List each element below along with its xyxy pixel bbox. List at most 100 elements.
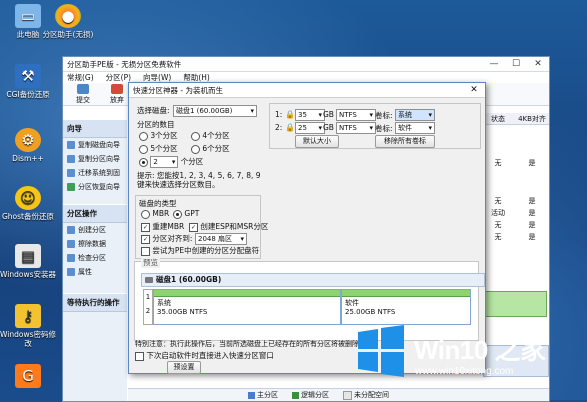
desktop-icon-windows-password[interactable]: ⚷ Windows密码修改 [0,304,56,348]
radio-gpt[interactable]: GPT [173,209,199,219]
sidebar-item-recover[interactable]: 分区恢复向导 [63,180,127,194]
radio-mbr[interactable]: MBR [141,209,169,219]
preview-label: 预览 [141,257,160,268]
align-checkbox[interactable]: ✓ 分区对齐到: [141,233,192,244]
ghost-icon: ☺ [15,186,41,210]
desktop-icon-dism[interactable]: ⚙ Dism++ [0,128,56,163]
radio-5-partitions[interactable]: 5个分区 [139,143,178,154]
menu-general[interactable]: 常规(G) [67,72,94,83]
watermark-url: www.win10xitong.com [415,366,514,377]
col-status[interactable]: 状态 [481,114,515,124]
partition-count-label: 分区的数目 [137,120,175,129]
warning-note: 特别注意：执行此操作后，当前所选磁盘上已经存在的所有分区将被删除 [135,340,359,348]
check-icon [67,254,75,262]
partition-1-index: 1: [275,110,283,119]
legend-unallocated: 未分配空间 [343,390,389,400]
col-4k[interactable]: 4KB对齐 [515,114,549,124]
lock-icon: 🔒 [285,123,295,132]
dialog-title: 快速分区神器 - 为装机而生 [133,85,223,95]
sidebar: 向导 复制磁盘向导 复制分区向导 迁移系统到固 分区恢复向导 分区操作 创建分区… [63,119,127,401]
discard-icon [111,84,123,94]
assign-letter-checkbox[interactable]: 尝试为PE中创建的分区分配盘符 [141,245,259,256]
partition-1-size[interactable]: 35 [295,109,325,121]
partition-table: 状态 4KB对齐 无是 无是 活动是 无是 无是 [481,113,549,243]
app-titlebar[interactable]: 分区助手PE版 - 无损分区免费软件 — ☐ ✕ [63,57,549,72]
desktop-icon-ghost[interactable]: ☺ Ghost备份还原 [0,186,56,221]
radio-custom-partitions[interactable]: 2 个分区 [139,156,203,168]
desktop-icon-partition-assistant[interactable]: ● 分区助手(无损) [40,4,96,39]
preview-partition-system-detail: 35.00GB NTFS [157,308,208,316]
radio-6-partitions[interactable]: 6个分区 [191,143,230,154]
default-size-button[interactable]: 默认大小 [295,135,339,148]
key-icon: ⚷ [15,304,41,328]
table-row[interactable]: 无是 [481,231,549,243]
rebuild-mbr-checkbox[interactable]: ✓ 重建MBR [141,221,184,232]
disk-type-label: 磁盘的类型 [139,199,177,208]
custom-count-select[interactable]: 2 [150,156,179,168]
copy-disk-icon [67,141,75,149]
preset-button[interactable]: 预设置 [167,361,201,374]
minimize-icon[interactable]: — [483,59,505,69]
sidebar-item-wipe[interactable]: 擦除数据 [63,237,127,251]
preview-disk-bar[interactable]: 磁盘1 (60.00GB) [141,273,485,287]
remove-labels-button[interactable]: 移除所有卷标 [375,135,435,148]
properties-icon [67,268,75,276]
lock-icon: 🔒 [285,110,295,119]
cgi-icon: ⚒ [15,64,41,88]
partition-bar[interactable] [483,291,547,317]
partition-2-size[interactable]: 25 [295,122,325,134]
disk-select[interactable]: 磁盘1 (60.00GB) [173,105,257,117]
partition-2-index: 2: [275,123,283,132]
radio-4-partitions[interactable]: 4个分区 [191,130,230,141]
sidebar-item-copy-partition[interactable]: 复制分区向导 [63,152,127,166]
desktop-icon-disk-tool[interactable]: G [0,364,56,390]
sidebar-section-wizard[interactable]: 向导 [63,119,127,138]
submit-button[interactable]: 提交 [71,84,95,105]
table-row[interactable]: 无是 [481,157,549,169]
copy-partition-icon [67,155,75,163]
select-disk-label: 选择磁盘: [137,106,170,115]
wipe-icon [67,240,75,248]
partition-2-fs[interactable]: NTFS [336,122,376,134]
legend-bar: 主分区 逻辑分区 未分配空间 [128,388,549,401]
radio-3-partitions[interactable]: 3个分区 [139,130,178,141]
recover-icon [67,183,75,191]
dialog-titlebar[interactable]: 快速分区神器 - 为装机而生 ✕ [129,83,485,98]
sidebar-item-migrate-os[interactable]: 迁移系统到固 [63,166,127,180]
partition-2-volume[interactable]: 软件 [395,122,435,134]
partition-1-unit: GB [323,110,334,119]
legend-logical: 逻辑分区 [292,390,329,400]
close-icon[interactable]: ✕ [527,59,549,69]
sidebar-section-ops[interactable]: 分区操作 [63,204,127,223]
windows-logo-icon [358,325,404,377]
dialog-close-icon[interactable]: ✕ [463,85,485,95]
app-title: 分区助手PE版 - 无损分区免费软件 [67,59,182,69]
partition-2-unit: GB [323,123,334,132]
sidebar-section-pending[interactable]: 等待执行的操作 [63,293,127,312]
partition-icon: ● [55,4,81,28]
watermark-brand: Win10 之家 [414,335,546,365]
align-select[interactable]: 2048 扇区 [195,233,247,245]
sidebar-item-copy-disk[interactable]: 复制磁盘向导 [63,138,127,152]
preview-partition-software[interactable]: 软件 25.00GB NTFS [341,289,471,325]
create-esp-checkbox[interactable]: ✓ 创建ESP和MSR分区 [189,221,268,232]
partition-1-volume[interactable]: 系统 [395,109,435,121]
partition-1-vol-label: 卷标: [375,111,393,120]
desktop-icon-windows-installer[interactable]: ▤ Windows安装器 [0,244,56,279]
desktop-icon-cgi[interactable]: ⚒ CGI备份还原 [0,64,56,99]
preview-partition-system[interactable]: 系统 35.00GB NTFS [153,289,341,325]
legend-primary: 主分区 [248,390,278,400]
partition-1-fs[interactable]: NTFS [336,109,376,121]
table-row[interactable]: 无是 [481,195,549,207]
table-row[interactable]: 无是 [481,219,549,231]
sidebar-item-create[interactable]: 创建分区 [63,223,127,237]
maximize-icon[interactable]: ☐ [505,59,527,69]
sidebar-item-check[interactable]: 检查分区 [63,251,127,265]
sidebar-item-properties[interactable]: 属性 [63,265,127,279]
preview-partition-software-name: 软件 [345,299,359,307]
discard-button[interactable]: 放弃 [105,84,129,105]
installer-icon: ▤ [15,244,41,268]
next-time-checkbox[interactable]: 下次启动软件时直接进入快速分区窗口 [135,350,274,361]
submit-icon [77,84,89,94]
table-row[interactable]: 活动是 [481,207,549,219]
